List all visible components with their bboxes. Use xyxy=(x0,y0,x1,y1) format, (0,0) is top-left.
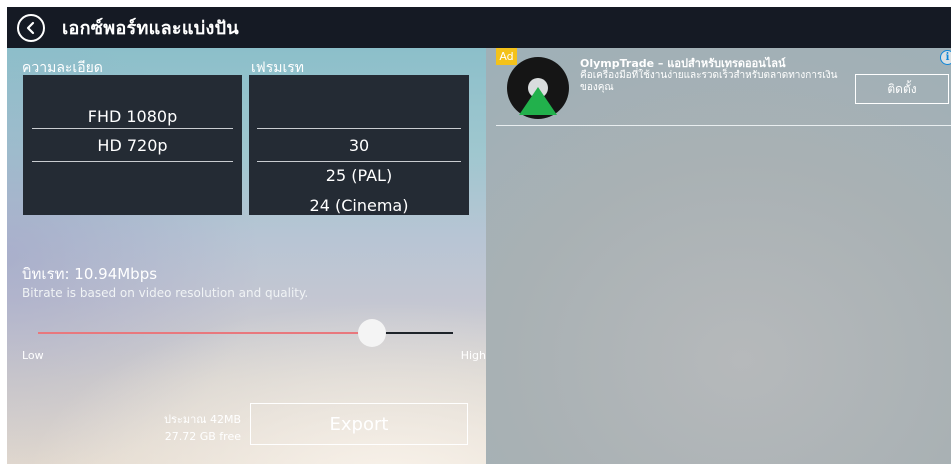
slider-high-label: High xyxy=(460,349,486,362)
picker-divider xyxy=(257,161,461,162)
resolution-picker[interactable]: FHD 1080p HD 720p xyxy=(23,75,242,215)
picker-divider xyxy=(257,128,461,129)
bitrate-slider-thumb[interactable] xyxy=(358,319,386,347)
slider-track-filled[interactable] xyxy=(38,332,372,334)
frame-rate-picker[interactable]: 30 25 (PAL) 24 (Cinema) xyxy=(249,75,469,215)
frame-rate-option-25[interactable]: 25 (PAL) xyxy=(249,166,469,185)
slider-low-label: Low xyxy=(22,349,44,362)
export-settings-panel: ความละเอียด เฟรมเรท FHD 1080p HD 720p 30… xyxy=(7,48,486,464)
ad-panel: Ad OlympTrade – แอปสำหรับเทรดออนไลน์ คือ… xyxy=(486,48,951,464)
page-title: เอกซ์พอร์ทและแบ่งปัน xyxy=(62,18,239,39)
bitrate-note: Bitrate is based on video resolution and… xyxy=(22,286,309,300)
ad-description[interactable]: คือเครื่องมือที่ใช้งานง่ายและรวดเร็วสำหร… xyxy=(580,70,846,94)
estimated-size: ประมาณ 42MB xyxy=(164,413,241,426)
picker-divider xyxy=(32,128,233,129)
ad-divider xyxy=(496,125,951,126)
bitrate-value: บิทเรท: 10.94Mbps xyxy=(22,265,158,283)
install-button[interactable]: ติดตั้ง xyxy=(855,74,949,104)
resolution-option-fhd[interactable]: FHD 1080p xyxy=(23,107,242,126)
resolution-option-hd[interactable]: HD 720p xyxy=(23,136,242,155)
info-icon[interactable]: i xyxy=(940,50,951,65)
free-space: 27.72 GB free xyxy=(164,430,241,443)
export-button[interactable]: Export xyxy=(250,403,468,445)
header-bar: เอกซ์พอร์ทและแบ่งปัน xyxy=(7,7,951,48)
export-estimate: ประมาณ 42MB 27.72 GB free xyxy=(164,411,241,445)
frame-rate-option-24[interactable]: 24 (Cinema) xyxy=(249,196,469,215)
picker-divider xyxy=(32,161,233,162)
olymptrade-logo-icon[interactable] xyxy=(507,57,569,119)
back-arrow-icon xyxy=(26,21,35,34)
frame-rate-option-30[interactable]: 30 xyxy=(249,136,469,155)
back-button[interactable] xyxy=(17,13,45,42)
